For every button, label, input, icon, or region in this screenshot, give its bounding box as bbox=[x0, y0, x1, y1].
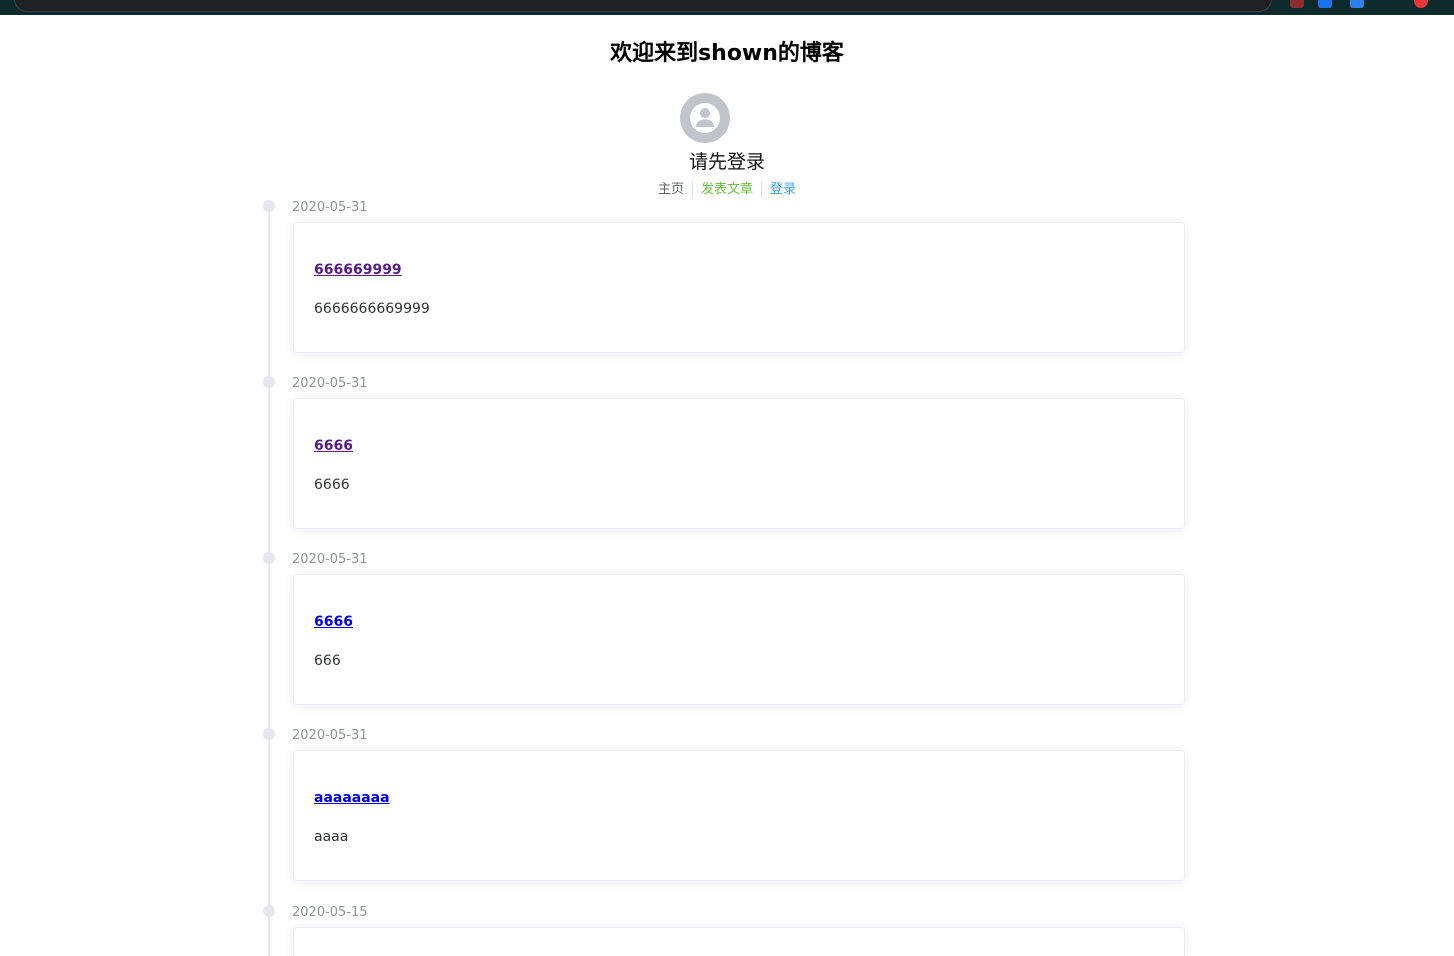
post-title-link[interactable]: 666669999 bbox=[314, 261, 402, 279]
timeline-node bbox=[263, 552, 275, 564]
timeline-node bbox=[263, 728, 275, 740]
timeline-axis bbox=[268, 207, 270, 956]
post-card: 6666 666 bbox=[293, 574, 1185, 705]
timeline-node bbox=[263, 905, 275, 917]
post-card bbox=[293, 927, 1185, 956]
post-title-link[interactable]: 6666 bbox=[314, 613, 353, 631]
post-card: 666669999 6666666669999 bbox=[293, 222, 1185, 353]
post-date: 2020-05-31 bbox=[292, 552, 368, 567]
post-summary: aaaa bbox=[314, 829, 349, 845]
post-summary: 6666666669999 bbox=[314, 301, 430, 317]
post-title-link[interactable]: aaaaaaaa bbox=[314, 789, 390, 807]
post-date: 2020-05-31 bbox=[292, 200, 368, 215]
post-date: 2020-05-31 bbox=[292, 728, 368, 743]
post-date: 2020-05-31 bbox=[292, 376, 368, 391]
post-date: 2020-05-15 bbox=[292, 905, 368, 920]
post-card: 6666 6666 bbox=[293, 398, 1185, 529]
post-summary: 666 bbox=[314, 653, 341, 669]
post-timeline: 2020-05-31 666669999 6666666669999 2020-… bbox=[0, 0, 1454, 956]
post-card: aaaaaaaa aaaa bbox=[293, 750, 1185, 881]
post-title-link[interactable]: 6666 bbox=[314, 437, 353, 455]
timeline-node bbox=[263, 376, 275, 388]
timeline-node bbox=[263, 200, 275, 212]
post-summary: 6666 bbox=[314, 477, 350, 493]
